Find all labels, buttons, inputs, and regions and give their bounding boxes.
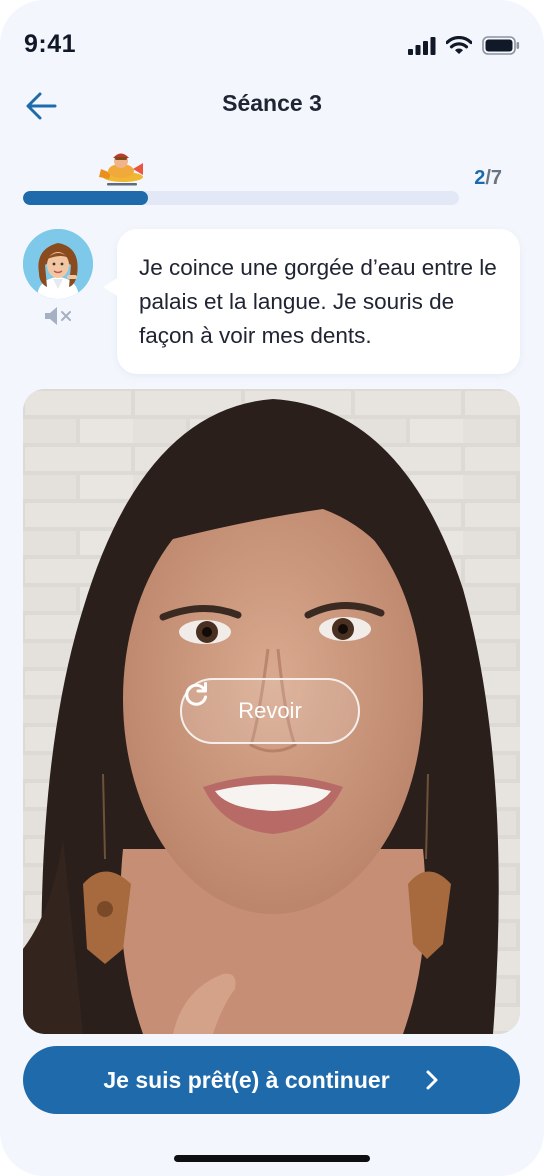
chevron-right-icon xyxy=(426,1070,438,1090)
coach-message: Je coince une gorgée d’eau entre le pala… xyxy=(139,255,497,348)
battery-icon xyxy=(482,36,520,55)
header: Séance 3 xyxy=(0,80,544,130)
status-time: 9:41 xyxy=(24,30,77,58)
replay-icon xyxy=(185,682,207,706)
replay-label: Revoir xyxy=(238,698,302,723)
coach xyxy=(23,229,93,325)
airplane-mascot-icon xyxy=(99,153,143,186)
status-icons xyxy=(408,36,520,55)
progress-counter: 2/7 xyxy=(474,167,502,190)
page-title: Séance 3 xyxy=(222,90,322,116)
status-bar: 9:41 xyxy=(0,0,544,90)
coach-speech-bubble: Je coince une gorgée d’eau entre le pala… xyxy=(103,229,520,374)
wifi-icon xyxy=(446,36,472,54)
coach-avatar xyxy=(23,229,93,299)
phone-screen: 9:41 Séance 3 2/7 Je coince une gorgée d… xyxy=(0,0,544,1176)
exercise-video[interactable]: Revoir xyxy=(23,389,520,1034)
progress-fill xyxy=(23,191,148,205)
session-progress: 2/7 xyxy=(23,145,523,210)
home-indicator[interactable] xyxy=(174,1155,370,1162)
cellular-signal-icon xyxy=(408,36,436,55)
continue-button[interactable]: Je suis prêt(e) à continuer xyxy=(23,1046,520,1114)
progress-total: 7 xyxy=(490,167,502,189)
progress-track xyxy=(23,191,459,205)
replay-button[interactable]: Revoir xyxy=(180,678,360,744)
progress-current: 2 xyxy=(474,167,486,189)
speaker-muted-icon[interactable] xyxy=(43,305,75,327)
continue-button-label: Je suis prêt(e) à continuer xyxy=(103,1066,390,1093)
speech-bubble-tail xyxy=(103,277,119,297)
